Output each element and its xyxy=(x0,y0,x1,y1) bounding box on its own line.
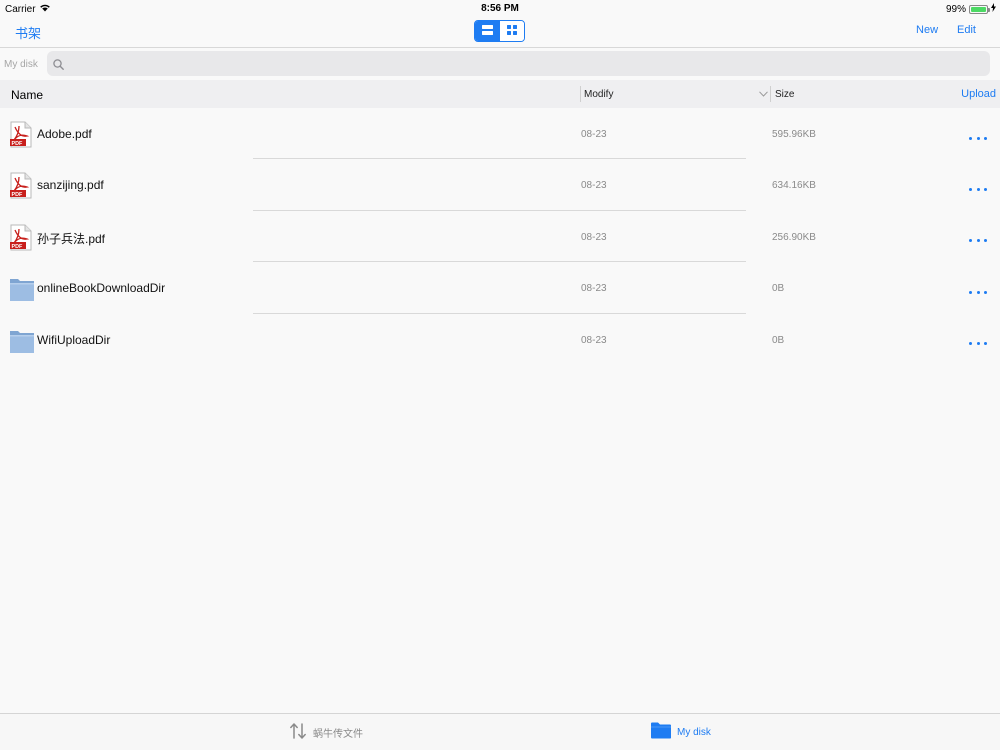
svg-text:PDF: PDF xyxy=(12,141,23,147)
file-size: 634.16KB xyxy=(772,180,816,192)
bookshelf-back-button[interactable]: 书架 xyxy=(15,23,41,42)
more-options-icon[interactable] xyxy=(969,185,987,193)
name-column-header[interactable]: Name xyxy=(11,88,43,102)
search-icon xyxy=(53,57,64,75)
more-options-icon[interactable] xyxy=(969,237,987,245)
folder-icon xyxy=(651,722,671,742)
tab-bar: 蜗牛传文件 My disk xyxy=(0,713,1000,750)
edit-button[interactable]: Edit xyxy=(957,24,976,36)
file-date: 08-23 xyxy=(581,180,607,192)
pdf-file-icon: PDF xyxy=(9,172,33,199)
file-size: 595.96KB xyxy=(772,129,816,140)
folder-icon xyxy=(9,275,34,302)
modify-column-header[interactable]: Modify xyxy=(584,89,613,100)
tab-label: 蜗牛传文件 xyxy=(313,729,363,740)
file-row[interactable]: PDF 孙子兵法.pdf 08-23 256.90KB xyxy=(0,211,1000,263)
search-input[interactable] xyxy=(47,51,990,76)
folder-icon xyxy=(9,327,34,354)
file-row[interactable]: PDF sanzijing.pdf 08-23 634.16KB xyxy=(0,159,1000,211)
pdf-file-icon: PDF xyxy=(9,121,33,148)
list-view-icon xyxy=(481,22,493,40)
more-options-icon[interactable] xyxy=(969,134,987,142)
status-right: 99% xyxy=(946,3,996,15)
svg-text:PDF: PDF xyxy=(12,244,23,250)
transfer-arrows-icon xyxy=(289,722,307,743)
file-date: 08-23 xyxy=(581,129,607,140)
pdf-file-icon: PDF xyxy=(9,224,33,251)
view-mode-segmented-control[interactable] xyxy=(474,20,525,42)
file-name: 孙子兵法.pdf xyxy=(37,231,106,246)
file-size: 0B xyxy=(772,283,785,295)
battery-percent: 99% xyxy=(945,3,966,15)
file-size: 0B xyxy=(772,334,785,346)
battery-fill xyxy=(971,6,986,12)
more-options-icon[interactable] xyxy=(969,288,987,296)
tab-my-disk[interactable]: My disk xyxy=(651,722,711,742)
new-button[interactable]: New xyxy=(916,24,938,36)
sort-chevron-down-icon[interactable] xyxy=(759,89,768,100)
file-name: WifiUploadDir xyxy=(37,332,111,347)
column-divider xyxy=(770,86,771,102)
file-list: PDF Adobe.pdf 08-23 595.96KB PDF sanziji… xyxy=(0,108,1000,365)
grid-view-button[interactable] xyxy=(499,21,524,41)
status-bar: Carrier 8:56 PM 99% xyxy=(0,0,1000,16)
file-row[interactable]: PDF Adobe.pdf 08-23 595.96KB xyxy=(0,108,1000,160)
upload-button[interactable]: Upload xyxy=(961,88,996,100)
file-name: onlineBookDownloadDir xyxy=(37,281,166,296)
status-time: 8:56 PM xyxy=(481,3,519,14)
file-date: 08-23 xyxy=(581,334,607,346)
size-column-header[interactable]: Size xyxy=(775,89,794,100)
file-date: 08-23 xyxy=(581,283,607,295)
column-divider xyxy=(580,86,581,102)
file-name: Adobe.pdf xyxy=(37,127,92,141)
svg-text:PDF: PDF xyxy=(12,192,23,198)
charging-bolt-icon xyxy=(991,3,996,15)
tab-label: My disk xyxy=(677,726,711,738)
current-path-label: My disk xyxy=(4,59,38,70)
grid-view-icon xyxy=(506,22,517,40)
more-options-icon[interactable] xyxy=(969,340,987,348)
nav-right-actions: New Edit xyxy=(916,24,976,36)
search-row: My disk xyxy=(0,48,1000,80)
file-row[interactable]: WifiUploadDir 08-23 0B xyxy=(0,314,1000,365)
battery-icon xyxy=(969,4,990,14)
file-table-header: Name Modify Size Upload xyxy=(0,80,1000,108)
tab-file-transfer[interactable]: 蜗牛传文件 xyxy=(289,722,363,743)
list-view-button[interactable] xyxy=(475,21,500,41)
navigation-bar: 书架 New Edit xyxy=(0,16,1000,48)
file-date: 08-23 xyxy=(581,231,607,243)
file-row[interactable]: onlineBookDownloadDir 08-23 0B xyxy=(0,262,1000,314)
file-size: 256.90KB xyxy=(772,231,816,243)
file-name: sanzijing.pdf xyxy=(37,178,104,193)
